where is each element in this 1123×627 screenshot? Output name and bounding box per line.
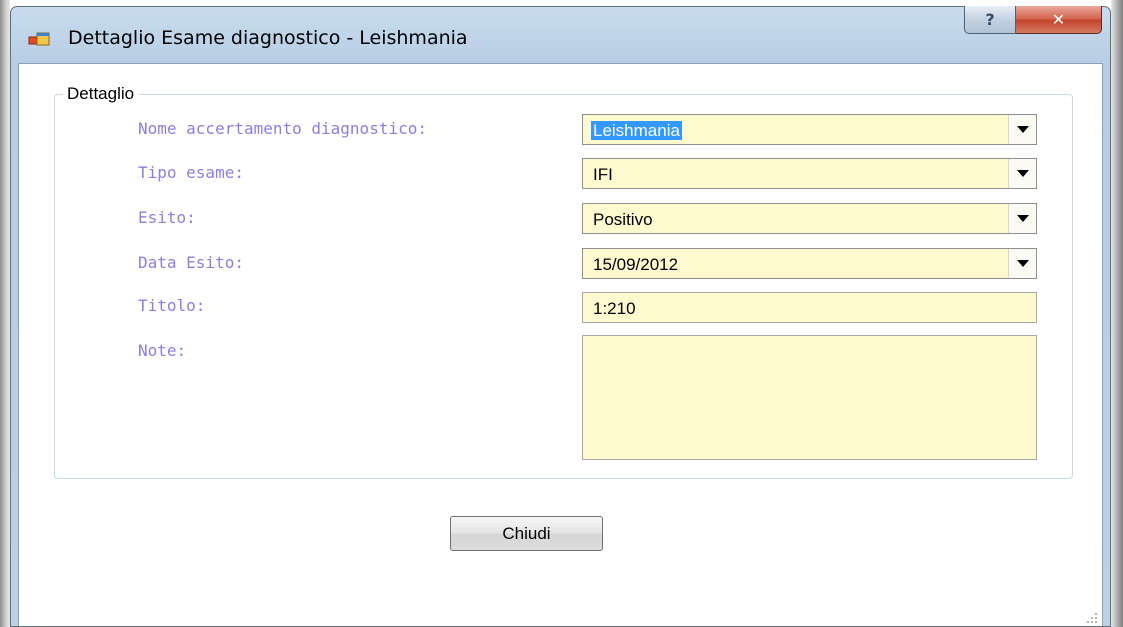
chevron-down-icon <box>1016 126 1029 133</box>
chevron-down-icon <box>1016 215 1029 222</box>
dialog-client-area: Dettaglio Nome accertamento diagnostico:… <box>18 63 1103 626</box>
chevron-down-icon <box>1016 170 1029 177</box>
help-icon: ? <box>985 10 995 29</box>
data-esito-value: 15/09/2012 <box>593 255 679 274</box>
nome-accertamento-dropdown-button[interactable] <box>1008 115 1036 144</box>
window-close-button[interactable]: ✕ <box>1016 6 1102 34</box>
window-app-icon <box>28 32 50 46</box>
data-esito-label: Data Esito: <box>138 253 244 272</box>
chiudi-button-label: Chiudi <box>502 523 551 543</box>
data-esito-dropdown-button[interactable] <box>1008 249 1036 278</box>
title-bar-buttons: ? ✕ <box>964 6 1102 36</box>
chevron-down-icon <box>1016 260 1029 267</box>
tipo-esame-combo[interactable]: IFI <box>582 158 1037 189</box>
titolo-label: Titolo: <box>138 296 206 315</box>
dettaglio-groupbox: Dettaglio Nome accertamento diagnostico:… <box>54 84 1073 479</box>
title-bar[interactable]: Dettaglio Esame diagnostico - Leishmania… <box>11 6 1110 63</box>
note-textarea[interactable] <box>582 335 1037 460</box>
nome-accertamento-label: Nome accertamento diagnostico: <box>138 119 427 138</box>
desktop-background-left <box>0 0 10 627</box>
esito-label: Esito: <box>138 208 196 227</box>
titolo-input[interactable]: 1:210 <box>582 292 1037 323</box>
esito-dropdown-button[interactable] <box>1008 204 1036 233</box>
window-title: Dettaglio Esame diagnostico - Leishmania <box>68 27 468 49</box>
note-label: Note: <box>138 341 187 360</box>
tipo-esame-dropdown-button[interactable] <box>1008 159 1036 188</box>
nome-accertamento-value: Leishmania <box>591 121 682 140</box>
dialog-window: Dettaglio Esame diagnostico - Leishmania… <box>10 6 1111 627</box>
close-icon: ✕ <box>1051 10 1066 29</box>
chiudi-button[interactable]: Chiudi <box>450 516 603 551</box>
titolo-value: 1:210 <box>593 299 636 318</box>
resize-grip-icon[interactable] <box>1086 612 1098 624</box>
tipo-esame-label: Tipo esame: <box>138 163 244 182</box>
nome-accertamento-combo[interactable]: Leishmania <box>582 114 1037 145</box>
esito-combo[interactable]: Positivo <box>582 203 1037 234</box>
tipo-esame-value: IFI <box>593 165 613 184</box>
data-esito-picker[interactable]: 15/09/2012 <box>582 248 1037 279</box>
esito-value: Positivo <box>593 210 653 229</box>
desktop-background-right <box>1111 0 1123 627</box>
groupbox-legend: Dettaglio <box>63 84 139 104</box>
help-button[interactable]: ? <box>964 6 1016 34</box>
